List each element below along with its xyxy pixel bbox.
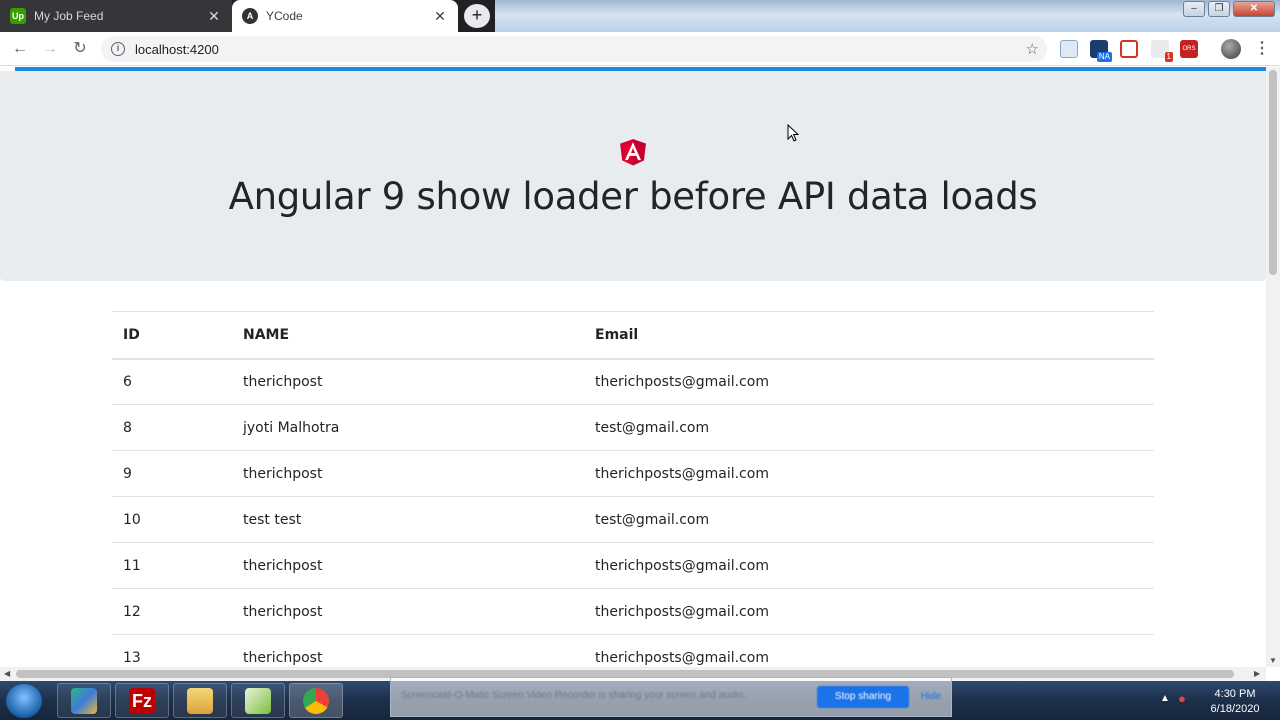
tab-close-icon[interactable]: ✕ bbox=[432, 8, 448, 25]
browser-toolbar: ← → ↻ i localhost:4200 ☆ NA 1 ORS ⋮ bbox=[0, 32, 1280, 66]
tray-expand-icon[interactable]: ▲ bbox=[1160, 693, 1170, 704]
tab-ycode[interactable]: A YCode ✕ bbox=[232, 0, 458, 32]
forward-arrow-icon[interactable]: → bbox=[39, 38, 61, 60]
kebab-menu-icon[interactable]: ⋮ bbox=[1254, 38, 1270, 58]
upwork-icon: Up bbox=[10, 8, 26, 24]
tab-title: My Job Feed bbox=[34, 9, 104, 23]
cell-id: 10 bbox=[112, 496, 232, 543]
cell-id: 6 bbox=[112, 358, 232, 405]
folder-icon bbox=[187, 687, 213, 714]
taskbar-app-chrome[interactable] bbox=[289, 683, 343, 718]
taskbar-app-gitkraken[interactable] bbox=[57, 683, 111, 718]
cell-id: 9 bbox=[112, 450, 232, 497]
window-close-button[interactable]: ✕ bbox=[1233, 1, 1275, 17]
address-bar[interactable]: i localhost:4200 ☆ bbox=[101, 36, 1047, 62]
cell-name: test test bbox=[232, 496, 584, 543]
cell-id: 11 bbox=[112, 542, 232, 589]
cell-email: therichposts@gmail.com bbox=[584, 450, 1154, 497]
table-row: 8 jyoti Malhotra test@gmail.com bbox=[112, 404, 1154, 451]
tray-app-icon[interactable]: ● bbox=[1178, 691, 1186, 706]
table-row: 6 therichpost therichposts@gmail.com bbox=[112, 358, 1154, 405]
cell-email: therichposts@gmail.com bbox=[584, 588, 1154, 635]
cell-name: therichpost bbox=[232, 634, 584, 667]
scroll-right-arrow-icon[interactable]: ▶ bbox=[1254, 669, 1260, 678]
screen-capture-icon[interactable] bbox=[1120, 40, 1138, 58]
reload-icon[interactable]: ↻ bbox=[69, 38, 91, 60]
maximize-button[interactable]: ❐ bbox=[1208, 1, 1230, 17]
tab-title: YCode bbox=[266, 9, 303, 23]
clock-time: 4:30 PM bbox=[1214, 688, 1256, 700]
profile-avatar[interactable] bbox=[1221, 39, 1241, 59]
cell-email: therichposts@gmail.com bbox=[584, 358, 1154, 405]
tab-strip: Up My Job Feed ✕ A YCode ✕ + – ❐ ✕ bbox=[0, 0, 1280, 32]
start-button[interactable] bbox=[6, 684, 42, 718]
new-tab-button[interactable]: + bbox=[464, 4, 490, 28]
column-header-id: ID bbox=[112, 311, 232, 360]
address-text: localhost:4200 bbox=[135, 41, 219, 57]
page-title: Angular 9 show loader before API data lo… bbox=[228, 175, 1038, 218]
window-titlebar bbox=[495, 0, 1280, 32]
cell-name: therichpost bbox=[232, 542, 584, 589]
share-message: Screencast-O-Matic Screen Video Recorder… bbox=[401, 690, 746, 701]
gitkraken-icon bbox=[71, 687, 97, 714]
hide-button[interactable]: Hide bbox=[915, 686, 947, 708]
table-row: 13 therichpost therichposts@gmail.com bbox=[112, 634, 1154, 667]
page-viewport: Angular 9 show loader before API data lo… bbox=[0, 67, 1266, 667]
scroll-left-arrow-icon[interactable]: ◀ bbox=[4, 669, 10, 678]
table-header-row: ID NAME Email bbox=[112, 311, 1154, 360]
tab-my-job-feed[interactable]: Up My Job Feed ✕ bbox=[0, 0, 232, 32]
clock-date: 6/18/2020 bbox=[1210, 703, 1260, 715]
column-header-name: NAME bbox=[232, 311, 584, 360]
filezilla-icon: Fz bbox=[129, 687, 155, 714]
column-header-email: Email bbox=[584, 311, 1154, 360]
ors-extension-icon[interactable]: ORS bbox=[1180, 40, 1198, 58]
mouse-cursor-icon bbox=[787, 124, 799, 142]
taskbar-app-notepad-plus-plus[interactable] bbox=[231, 683, 285, 718]
chrome-icon bbox=[303, 687, 329, 714]
cell-name: jyoti Malhotra bbox=[232, 404, 584, 451]
cell-email: therichposts@gmail.com bbox=[584, 634, 1154, 667]
cell-email: test@gmail.com bbox=[584, 404, 1154, 451]
shield-extension-icon[interactable]: 1 bbox=[1151, 40, 1173, 62]
tab-close-icon[interactable]: ✕ bbox=[206, 8, 222, 25]
table-row: 11 therichpost therichposts@gmail.com bbox=[112, 542, 1154, 589]
angular-logo-icon bbox=[620, 139, 646, 166]
bookmark-star-icon[interactable]: ☆ bbox=[1026, 40, 1039, 58]
vertical-scrollbar[interactable]: ▼ bbox=[1266, 67, 1280, 667]
taskbar-app-filezilla[interactable]: Fz bbox=[115, 683, 169, 718]
cell-name: therichpost bbox=[232, 450, 584, 497]
table-row: 10 test test test@gmail.com bbox=[112, 496, 1154, 543]
jumbotron: Angular 9 show loader before API data lo… bbox=[0, 71, 1266, 281]
stop-sharing-button[interactable]: Stop sharing bbox=[817, 686, 909, 708]
cell-id: 13 bbox=[112, 634, 232, 667]
back-arrow-icon[interactable]: ← bbox=[9, 38, 31, 60]
table-row: 12 therichpost therichposts@gmail.com bbox=[112, 588, 1154, 635]
cell-name: therichpost bbox=[232, 358, 584, 405]
cell-id: 8 bbox=[112, 404, 232, 451]
cell-name: therichpost bbox=[232, 588, 584, 635]
extension-icon[interactable] bbox=[1060, 40, 1078, 58]
angular-icon: A bbox=[242, 8, 258, 24]
extension-na-icon[interactable]: NA bbox=[1090, 40, 1112, 62]
cell-email: therichposts@gmail.com bbox=[584, 542, 1154, 589]
taskbar-app-file-explorer[interactable] bbox=[173, 683, 227, 718]
minimize-button[interactable]: – bbox=[1183, 1, 1205, 17]
screen-share-notification: Screencast-O-Matic Screen Video Recorder… bbox=[390, 677, 952, 717]
system-clock[interactable]: 4:30 PM 6/18/2020 bbox=[1200, 687, 1270, 717]
site-info-icon[interactable]: i bbox=[111, 42, 125, 56]
table-row: 9 therichpost therichposts@gmail.com bbox=[112, 450, 1154, 497]
cell-email: test@gmail.com bbox=[584, 496, 1154, 543]
scroll-down-arrow-icon[interactable]: ▼ bbox=[1269, 656, 1277, 665]
vertical-scroll-thumb[interactable] bbox=[1269, 70, 1277, 275]
cell-id: 12 bbox=[112, 588, 232, 635]
users-table: ID NAME Email 6 therichpost therichposts… bbox=[112, 311, 1154, 667]
notepad-plus-plus-icon bbox=[245, 687, 271, 714]
